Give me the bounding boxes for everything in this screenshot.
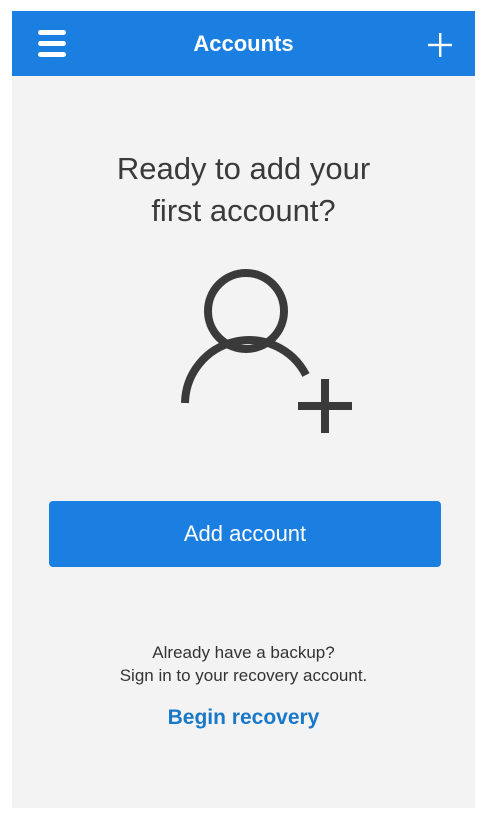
heading-line-1: Ready to add your <box>116 151 371 186</box>
empty-state-heading: Ready to add your first account? <box>12 148 475 232</box>
add-account-header-button[interactable] <box>422 28 458 62</box>
app-screen: Accounts Ready to add your first account… <box>12 11 475 808</box>
add-person-icon <box>181 269 352 433</box>
backup-line-1: Already have a backup? <box>152 643 335 662</box>
add-account-button[interactable]: Add account <box>49 501 441 567</box>
plus-icon <box>428 33 452 57</box>
backup-prompt: Already have a backup? Sign in to your r… <box>12 641 475 687</box>
backup-line-2: Sign in to your recovery account. <box>119 666 368 685</box>
heading-line-2: first account? <box>151 193 336 228</box>
begin-recovery-link[interactable]: Begin recovery <box>12 705 475 731</box>
page-title: Accounts <box>193 31 294 56</box>
top-app-bar: Accounts <box>12 11 475 76</box>
